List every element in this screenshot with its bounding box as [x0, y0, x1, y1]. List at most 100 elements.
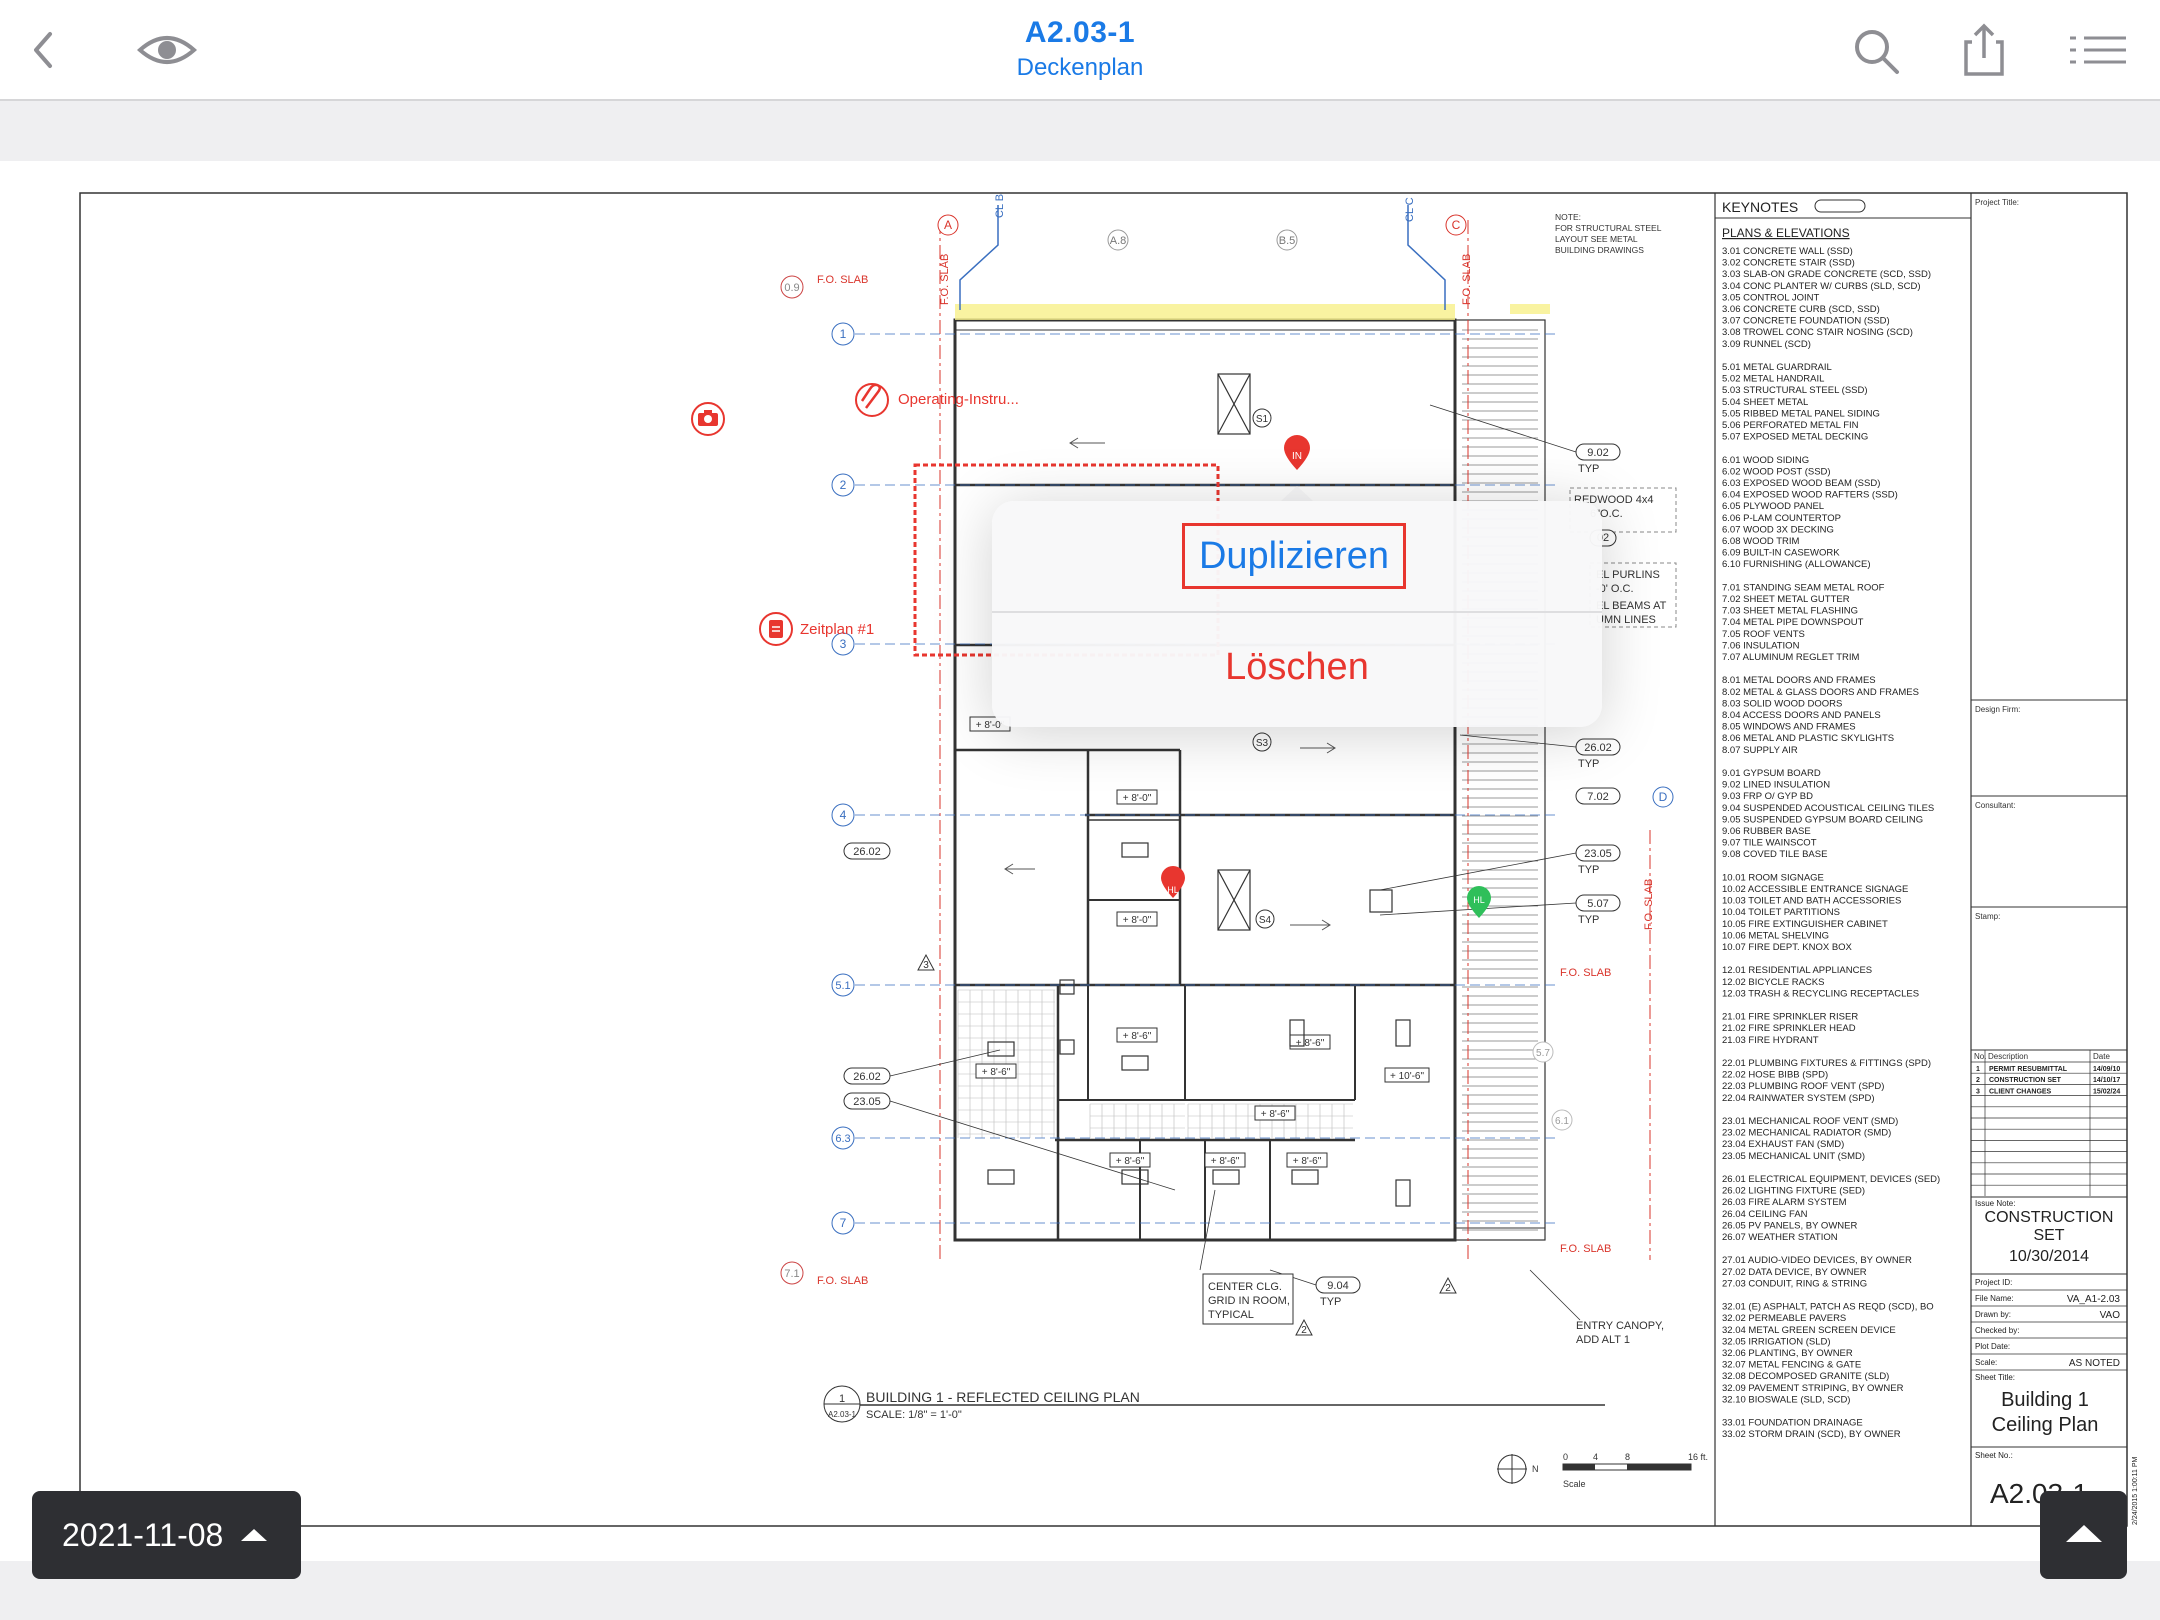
svg-text:1: 1 [840, 327, 847, 341]
drawing-sheet[interactable]: CL B CL C A A.8 B.5 C D 0.9 1 2 3 4 5.1 … [0, 0, 2160, 1620]
svg-text:+ 8'-6": + 8'-6" [1261, 1109, 1290, 1120]
pin-in[interactable]: IN [1284, 435, 1310, 470]
grid-bubble-51: 5.1 [831, 973, 855, 997]
svg-text:B.5: B.5 [1279, 235, 1296, 247]
keynote-item: 26.05 PV PANELS, BY OWNER [1722, 1220, 1857, 1231]
revision-cell: 1 [1976, 1066, 1980, 1073]
svg-text:+ 8'-6": + 8'-6" [1123, 1031, 1152, 1042]
svg-text:5.1: 5.1 [835, 980, 850, 992]
field-label: File Name: [1975, 1294, 2014, 1303]
keynote-item: 3.06 CONCRETE CURB (SCD, SSD) [1722, 304, 1880, 315]
keynote-item: 27.01 AUDIO-VIDEO DEVICES, BY OWNER [1722, 1255, 1912, 1266]
issue-note: Issue Note: CONSTRUCTION SET 10/30/2014 [1971, 1196, 2127, 1275]
svg-text:0.9: 0.9 [784, 282, 799, 294]
keynote-item: 8.03 SOLID WOOD DOORS [1722, 698, 1842, 709]
keynote-item: 32.09 PAVEMENT STRIPING, BY OWNER [1722, 1383, 1904, 1394]
attachment-markup[interactable]: Operating-Instru... [855, 383, 1019, 417]
svg-text:7.1: 7.1 [784, 1268, 799, 1280]
keynote-item: 21.01 FIRE SPRINKLER RISER [1722, 1012, 1858, 1023]
tag-typ: TYP [1578, 864, 1599, 876]
keynote-item: 9.03 FRP O/ GYP BD [1722, 791, 1813, 802]
tag-typ: TYP [1320, 1296, 1341, 1308]
field-value: AS NOTED [2069, 1358, 2120, 1369]
svg-text:No.: No. [1974, 1052, 1986, 1061]
svg-text:Ceiling Plan: Ceiling Plan [1992, 1414, 2099, 1436]
plan-title: 1 A2.03-1 BUILDING 1 - REFLECTED CEILING… [823, 1385, 1605, 1423]
fo-slab-label: F.O. SLAB [817, 274, 868, 286]
highlight-markup[interactable] [955, 304, 1455, 320]
delete-button[interactable]: Löschen [992, 646, 1602, 689]
keynotes-toggle[interactable] [1814, 199, 1866, 213]
entry-note: ENTRY CANOPY, ADD ALT 1 [1576, 1320, 1664, 1346]
svg-text:Project Title:: Project Title: [1975, 198, 2019, 207]
schedule-label: Zeitplan #1 [800, 621, 874, 638]
pin-hl-red[interactable]: HL [1161, 866, 1185, 898]
keynote-item: 32.01 (E) ASPHALT, PATCH AS REQD (SCD), … [1722, 1302, 1934, 1313]
keynote-item: 12.01 RESIDENTIAL APPLIANCES [1722, 965, 1872, 976]
camera-markup[interactable] [691, 402, 725, 436]
schedule-markup[interactable]: Zeitplan #1 [759, 612, 874, 646]
version-date-button[interactable]: 2021-11-08 [32, 1491, 301, 1579]
svg-text:Issue Note:: Issue Note: [1975, 1199, 2015, 1208]
revision-cell: CONSTRUCTION SET [1989, 1077, 2062, 1084]
revision-cell: 3 [1976, 1088, 1980, 1095]
svg-text:0: 0 [1563, 1452, 1568, 1462]
svg-text:FOR STRUCTURAL STEEL: FOR STRUCTURAL STEEL [1555, 223, 1662, 233]
field-label: Drawn by: [1975, 1310, 2011, 1319]
expand-button[interactable] [2040, 1491, 2127, 1579]
revision-cell: 14/09/10 [2093, 1066, 2120, 1073]
menu-separator [992, 611, 1602, 613]
keynote-item: 22.01 PLUMBING FIXTURES & FITTINGS (SPD) [1722, 1058, 1931, 1069]
keynote-item: 5.02 METAL HANDRAIL [1722, 374, 1824, 385]
keynote-item: 32.04 METAL GREEN SCREEN DEVICE [1722, 1325, 1896, 1336]
keynote-item: 8.02 METAL & GLASS DOORS AND FRAMES [1722, 687, 1919, 698]
keynote-item: 26.02 LIGHTING FIXTURE (SED) [1722, 1186, 1865, 1197]
keynote-item: 33.02 STORM DRAIN (SCD), BY OWNER [1722, 1429, 1901, 1440]
svg-text:A: A [944, 218, 952, 232]
keynote-item: 22.03 PLUMBING ROOF VENT (SPD) [1722, 1081, 1884, 1092]
title-block: Project Title: Design Firm: Consultant: … [1971, 198, 2127, 1061]
duplicate-button[interactable]: Duplizieren [1182, 523, 1406, 589]
keynote-item: 10.01 ROOM SIGNAGE [1722, 872, 1824, 883]
svg-text:+ 8'-6": + 8'-6" [982, 1067, 1011, 1078]
svg-text:GRID IN ROOM,: GRID IN ROOM, [1208, 1295, 1290, 1307]
keynote-item: 6.06 P-LAM COUNTERTOP [1722, 513, 1841, 524]
keynote-item: 27.03 CONDUIT, RING & STRING [1722, 1278, 1867, 1289]
keynote-item: 7.02 SHEET METAL GUTTER [1722, 594, 1850, 605]
pin-hl-green[interactable]: HL [1467, 886, 1491, 918]
attachment-label: Operating-Instru... [898, 391, 1019, 408]
svg-text:NOTE:: NOTE: [1555, 212, 1581, 222]
revision-table: 1 PERMIT RESUBMITTAL 14/09/10 2 CONSTRUCTION… [1971, 1050, 2127, 1196]
keynote-item: 5.06 PERFORATED METAL FIN [1722, 420, 1859, 431]
svg-text:+ 8'-6": + 8'-6" [1293, 1156, 1322, 1167]
popup-arrow [1280, 486, 1314, 502]
svg-text:+ 8'-6": + 8'-6" [1296, 1038, 1325, 1049]
svg-text:S4: S4 [1259, 915, 1272, 926]
keynote-item: 6.05 PLYWOOD PANEL [1722, 501, 1824, 512]
keynote-item: 6.09 BUILT-IN CASEWORK [1722, 548, 1840, 559]
keynote-item: 9.01 GYPSUM BOARD [1722, 768, 1821, 779]
fo-slab-label-vertical: F.O. SLAB [1643, 879, 1655, 930]
keynote-item: 23.04 EXHAUST FAN (SMD) [1722, 1139, 1844, 1150]
field-label: Plot Date: [1975, 1342, 2010, 1351]
keynote-item: 3.07 CONCRETE FOUNDATION (SSD) [1722, 316, 1890, 327]
deck-slats [1462, 329, 1538, 1231]
keynote-item: 3.03 SLAB-ON GRADE CONCRETE (SCD, SSD) [1722, 269, 1931, 280]
keynote-item: 7.06 INSULATION [1722, 640, 1800, 651]
svg-text:S3: S3 [1256, 738, 1269, 749]
svg-text:BUILDING DRAWINGS: BUILDING DRAWINGS [1555, 245, 1644, 255]
tag-typ: TYP [1578, 914, 1599, 926]
keynote-item: 9.05 SUSPENDED GYPSUM BOARD CEILING [1722, 814, 1923, 825]
keynote-item: 32.06 PLANTING, BY OWNER [1722, 1348, 1853, 1359]
tag-9-04: 9.04 [1327, 1280, 1348, 1292]
grid-bubble-71: 7.1 [780, 1261, 804, 1285]
keynote-item: 9.04 SUSPENDED ACOUSTICAL CEILING TILES [1722, 803, 1934, 814]
pin-label: HL [1473, 895, 1485, 905]
keynote-item: 7.03 SHEET METAL FLASHING [1722, 606, 1858, 617]
svg-text:LAYOUT SEE METAL: LAYOUT SEE METAL [1555, 234, 1638, 244]
highlight-markup-2[interactable] [1510, 304, 1550, 314]
keynote-item: 10.06 METAL SHELVING [1722, 930, 1829, 941]
svg-text:+ 8'-6": + 8'-6" [1116, 1156, 1145, 1167]
keynote-item: 6.01 WOOD SIDING [1722, 455, 1809, 466]
keynote-item: 3.08 TROWEL CONC STAIR NOSING (SCD) [1722, 327, 1913, 338]
